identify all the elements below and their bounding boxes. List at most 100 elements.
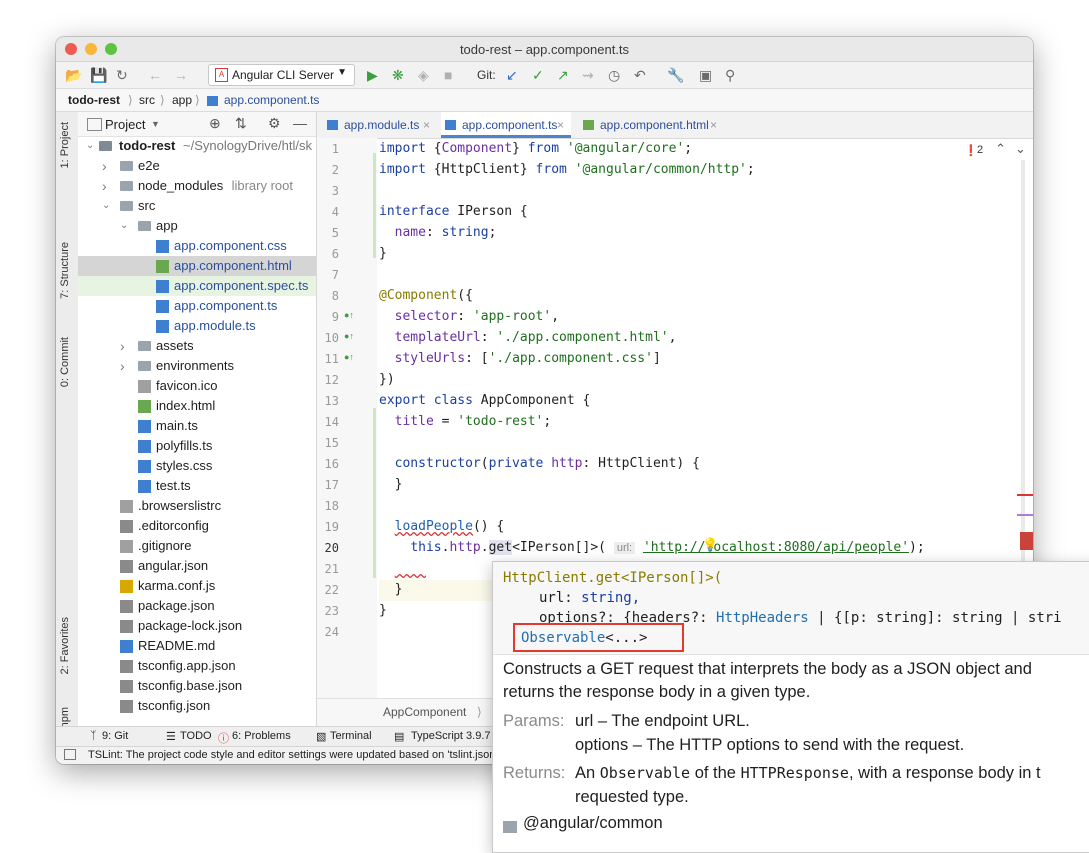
tree-item[interactable]: app.module.ts [78, 316, 316, 336]
editor-breadcrumb-item[interactable]: AppComponent [383, 705, 466, 719]
implementation-gutter-icon[interactable]: ●↑ [344, 352, 354, 362]
chevron-down-icon[interactable]: ▼ [151, 119, 160, 129]
tree-item[interactable]: karma.conf.js [78, 576, 316, 596]
close-tab-icon[interactable]: × [710, 112, 717, 138]
tree-item[interactable]: app.component.html [78, 256, 316, 276]
forward-icon[interactable]: → [174, 66, 188, 84]
open-folder-icon[interactable]: 📂 [65, 66, 82, 84]
tree-item[interactable]: › environments [78, 356, 316, 376]
chevron-down-icon[interactable]: ⌄ [1015, 141, 1026, 157]
chevron-down-icon[interactable]: ⌄ [86, 136, 96, 156]
status-message[interactable]: TSLint: The project code style and edito… [88, 749, 497, 761]
rollback-icon[interactable]: ↶ [634, 66, 646, 84]
tree-item[interactable]: › assets [78, 336, 316, 356]
tree-item[interactable]: index.html [78, 396, 316, 416]
sync-icon[interactable]: ↻ [116, 66, 128, 84]
lightbulb-icon[interactable]: 💡 [702, 537, 718, 553]
close-tab-icon[interactable]: × [557, 112, 564, 138]
implementation-gutter-icon[interactable]: ●↑ [344, 331, 354, 341]
breadcrumb-src[interactable]: src [139, 93, 155, 107]
tree-item[interactable]: .editorconfig [78, 516, 316, 536]
tool-window-typescript[interactable]: TypeScript 3.9.7 [411, 730, 491, 742]
folder-icon [138, 341, 151, 351]
tree-item[interactable]: test.ts [78, 476, 316, 496]
chevron-right-icon[interactable]: › [102, 176, 112, 196]
line-number: 19 [324, 520, 339, 534]
error-icon[interactable]: ❗ [964, 144, 978, 157]
tool-window-todo[interactable]: TODO [180, 730, 212, 742]
tool-tab-structure[interactable]: 7: Structure [59, 242, 71, 299]
tree-item[interactable]: README.md [78, 636, 316, 656]
chevron-right-icon[interactable]: › [102, 156, 112, 176]
close-tab-icon[interactable]: × [423, 112, 430, 138]
tree-item[interactable]: styles.css [78, 456, 316, 476]
tool-window-terminal[interactable]: Terminal [330, 730, 372, 742]
tree-item[interactable]: ⌄ app [78, 216, 316, 236]
tree-item[interactable]: package.json [78, 596, 316, 616]
tree-item[interactable]: tsconfig.app.json [78, 656, 316, 676]
git-update-icon[interactable]: ↙ [506, 66, 518, 84]
status-toggle-icon[interactable] [64, 749, 76, 760]
line-number: 20 [324, 541, 339, 555]
run-icon[interactable]: ▶ [367, 66, 378, 84]
locate-icon[interactable]: ⊕ [209, 115, 221, 132]
tree-item[interactable]: .gitignore [78, 536, 316, 556]
collapse-all-icon[interactable]: ⇅ [235, 115, 247, 132]
tab-app-component-html[interactable]: app.component.html × [579, 112, 724, 138]
chevron-down-icon[interactable]: ⌄ [120, 216, 130, 236]
tree-item[interactable]: › e2e [78, 156, 316, 176]
breadcrumb-app[interactable]: app [172, 93, 192, 107]
tree-item[interactable]: package-lock.json [78, 616, 316, 636]
tree-item[interactable]: angular.json [78, 556, 316, 576]
warning-stripe-marker[interactable] [1017, 514, 1033, 516]
tab-app-component-ts[interactable]: app.component.ts × [441, 112, 571, 138]
tree-item[interactable]: app.component.spec.ts [78, 276, 316, 296]
tree-item[interactable]: .browserslistrc [78, 496, 316, 516]
tool-tab-favorites[interactable]: 2: Favorites [59, 617, 71, 674]
tree-item[interactable]: favicon.ico [78, 376, 316, 396]
search-icon[interactable]: ⚲ [725, 66, 735, 84]
tool-tab-commit[interactable]: 0: Commit [59, 337, 71, 387]
breadcrumb-file[interactable]: app.component.ts [224, 93, 319, 107]
tool-window-problems[interactable]: 6: Problems [232, 730, 291, 742]
tree-item[interactable]: tsconfig.base.json [78, 676, 316, 696]
settings-wrench-icon[interactable]: 🔧 [667, 66, 684, 84]
tree-root[interactable]: ⌄ todo-rest ~/SynologyDrive/htl/sk [78, 136, 316, 156]
stop-icon[interactable]: ■ [444, 66, 452, 84]
save-icon[interactable]: 💾 [90, 66, 107, 84]
git-push-icon[interactable]: ↗ [557, 66, 569, 84]
tool-tab-project[interactable]: 1: Project [59, 122, 71, 168]
chevron-up-icon[interactable]: ⌃ [995, 141, 1006, 157]
tree-item[interactable]: ⌄ src [78, 196, 316, 216]
gear-icon[interactable]: ⚙ [268, 115, 281, 132]
project-view-select[interactable]: Project [105, 117, 145, 132]
tree-item-suffix: library root [231, 178, 294, 193]
tree-item[interactable]: app.component.ts [78, 296, 316, 316]
debug-icon[interactable]: ❋ [392, 66, 404, 84]
tab-app-module-ts[interactable]: app.module.ts × [323, 112, 433, 138]
hide-panel-icon[interactable]: — [293, 115, 307, 131]
back-icon[interactable]: ← [148, 66, 162, 84]
tree-item[interactable]: main.ts [78, 416, 316, 436]
breadcrumb-project[interactable]: todo-rest [68, 93, 120, 107]
problem-count[interactable]: 2 [977, 144, 983, 156]
run-configuration-select[interactable]: A Angular CLI Server ▼ [208, 64, 355, 86]
chevron-right-icon[interactable]: › [120, 356, 130, 376]
coverage-icon[interactable]: ◈ [418, 66, 429, 84]
implementation-gutter-icon[interactable]: ●↑ [344, 310, 354, 320]
error-stripe-marker[interactable] [1017, 494, 1033, 496]
tree-item[interactable]: tsconfig.json [78, 696, 316, 716]
tree-item[interactable]: › node_modules library root [78, 176, 316, 196]
tool-window-git[interactable]: 9: Git [102, 730, 128, 742]
tree-item[interactable]: polyfills.ts [78, 436, 316, 456]
line-number: 3 [331, 184, 339, 198]
tree-item[interactable]: app.component.css [78, 236, 316, 256]
chevron-down-icon[interactable]: ⌄ [102, 196, 112, 216]
error-stripe-marker[interactable] [1020, 532, 1033, 550]
chevron-right-icon[interactable]: › [120, 336, 130, 356]
git-merge-icon[interactable]: ⇝ [582, 66, 594, 84]
presentation-icon[interactable]: ▣ [699, 66, 712, 84]
history-icon[interactable]: ◷ [608, 66, 620, 84]
project-panel-header: Project ▼ ⊕ ⇅ ⚙ — [78, 112, 316, 137]
git-commit-icon[interactable]: ✓ [532, 66, 544, 84]
